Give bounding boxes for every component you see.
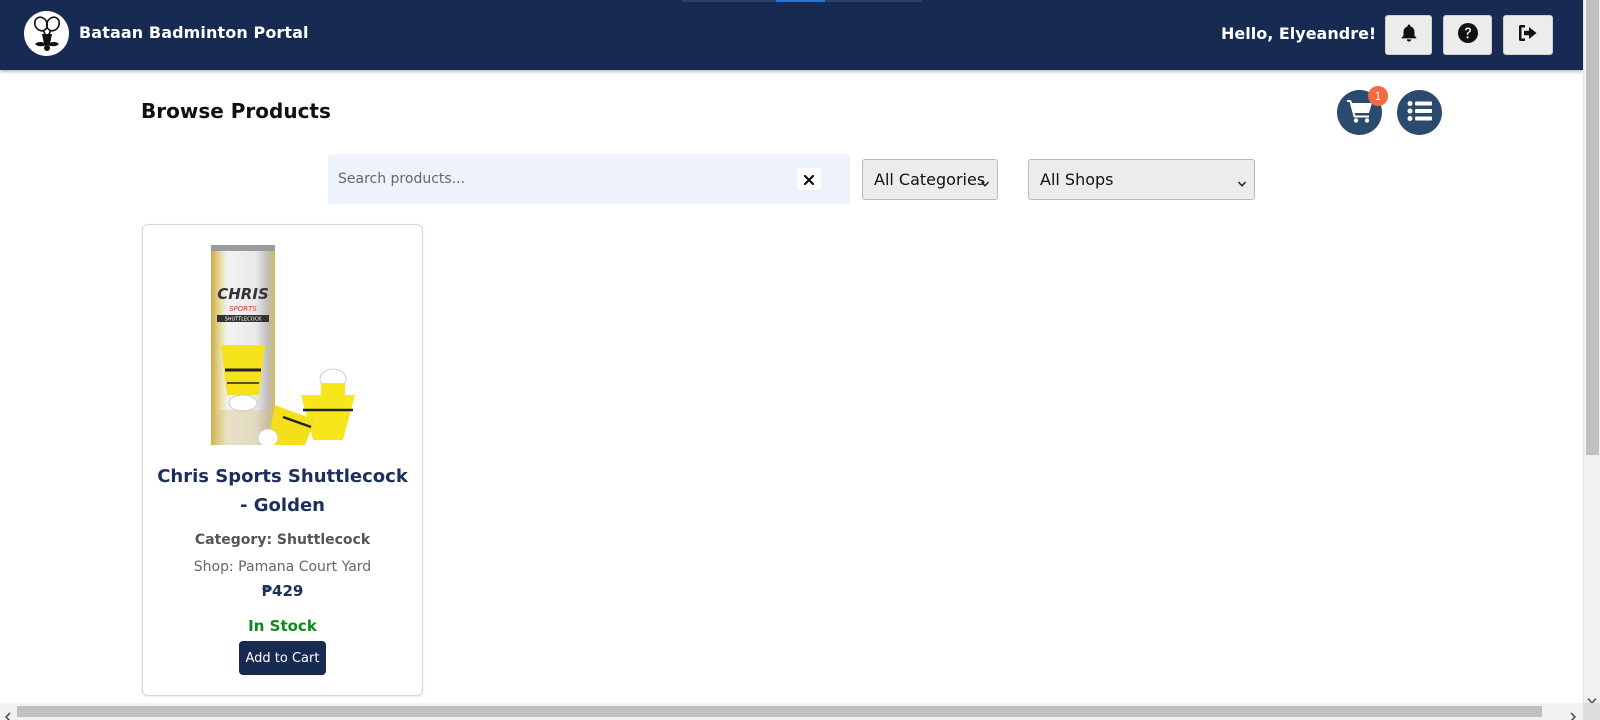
- user-greeting: Hello, Elyeandre!: [1221, 24, 1377, 43]
- shop-select[interactable]: All Shops: [1028, 159, 1255, 200]
- list-icon: [1407, 100, 1433, 126]
- product-category: Category: Shuttlecock: [194, 532, 371, 548]
- scroll-right-icon[interactable]: [1569, 707, 1577, 720]
- category-select[interactable]: All Categories: [862, 159, 998, 200]
- page-title: Browse Products: [141, 99, 331, 123]
- scrollbar-corner: [1583, 703, 1600, 720]
- loading-indicator: [682, 0, 922, 2]
- close-icon: [803, 170, 815, 189]
- cart-count-badge: 1: [1368, 86, 1388, 106]
- add-to-cart-button[interactable]: Add to Cart: [239, 641, 326, 675]
- product-shop: Shop: Pamana Court Yard: [193, 559, 372, 575]
- bell-icon: [1399, 23, 1419, 47]
- scroll-left-icon[interactable]: [4, 707, 12, 720]
- question-circle-icon: [1457, 22, 1479, 48]
- browser-viewport: Bataan Badminton Portal Hello, Elyeandre…: [0, 0, 1600, 720]
- badminton-logo-icon[interactable]: [24, 11, 69, 56]
- top-navbar: Bataan Badminton Portal Hello, Elyeandre…: [0, 0, 1583, 70]
- logout-button[interactable]: [1503, 15, 1553, 55]
- chevron-down-icon: [980, 174, 990, 193]
- help-button[interactable]: [1443, 15, 1492, 55]
- svg-text:SPORTS: SPORTS: [229, 305, 257, 313]
- vertical-scroll-thumb[interactable]: [1586, 0, 1599, 455]
- notifications-button[interactable]: [1385, 15, 1432, 55]
- search-box: [328, 154, 850, 204]
- product-price: ₱429: [261, 582, 304, 600]
- product-name[interactable]: Chris Sports Shuttlecock - Golden: [152, 462, 413, 520]
- orders-list-button[interactable]: [1397, 90, 1442, 135]
- category-select-value: All Categories: [874, 170, 986, 189]
- horizontal-scroll-thumb[interactable]: [17, 706, 1542, 717]
- chevron-down-icon: [1237, 174, 1247, 193]
- stock-status: In Stock: [248, 617, 317, 635]
- svg-text:SHUTTLECOCK: SHUTTLECOCK: [225, 317, 262, 323]
- brand-name[interactable]: Bataan Badminton Portal: [79, 23, 309, 42]
- shop-select-value: All Shops: [1040, 170, 1114, 189]
- search-input[interactable]: [328, 154, 850, 204]
- svg-text:CHRIS: CHRIS: [217, 285, 269, 303]
- sign-out-icon: [1517, 23, 1539, 47]
- clear-search-button[interactable]: [797, 168, 821, 190]
- product-image[interactable]: CHRIS SPORTS SHUTTLECOCK: [205, 245, 358, 448]
- vertical-scrollbar[interactable]: [1583, 0, 1600, 720]
- horizontal-scrollbar[interactable]: [0, 703, 1583, 720]
